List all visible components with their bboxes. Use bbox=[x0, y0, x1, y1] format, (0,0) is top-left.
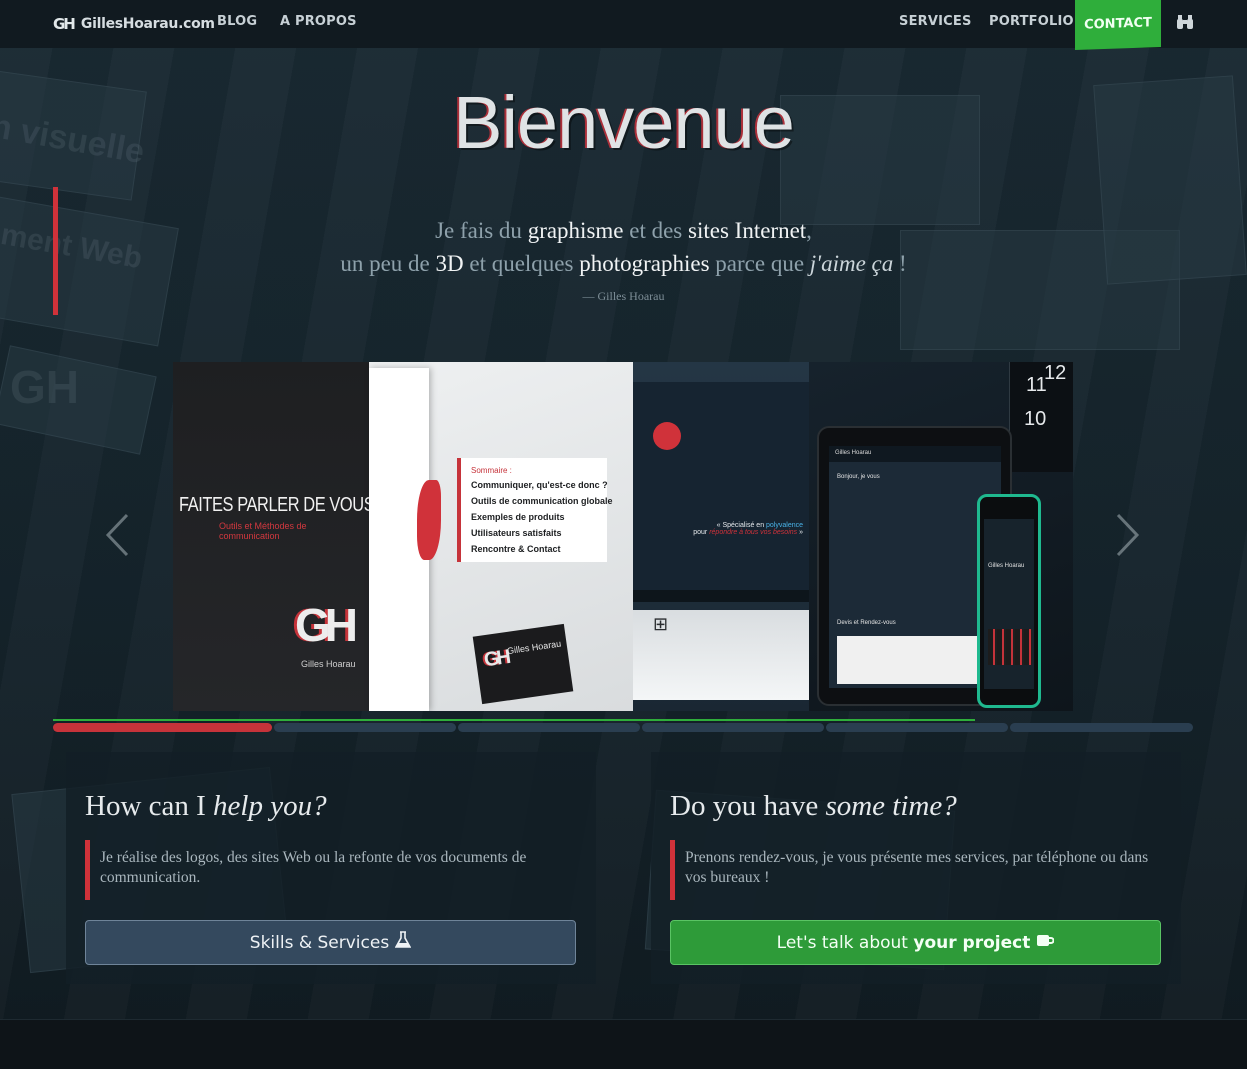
carousel-next-arrow[interactable] bbox=[1116, 513, 1140, 557]
card-logo: GH bbox=[482, 646, 510, 672]
coffee-icon bbox=[1036, 932, 1055, 953]
quote-author: — Gilles Hoarau bbox=[582, 289, 665, 303]
clock-number: 12 bbox=[1044, 362, 1067, 384]
tagline-text: parce que bbox=[709, 251, 810, 276]
slogan-emphasis: répondre à tous vos besoins bbox=[709, 529, 798, 536]
quote-accent-bar bbox=[670, 840, 675, 900]
tagline-text: et quelques bbox=[463, 251, 580, 276]
title-emphasis: help you? bbox=[213, 790, 327, 822]
binoculars-icon[interactable] bbox=[1176, 14, 1194, 30]
footer bbox=[0, 1019, 1247, 1069]
flask-icon bbox=[394, 931, 412, 954]
tablet-greeting: Bonjour, je vous bbox=[837, 474, 880, 480]
carousel-indicator-6[interactable] bbox=[1010, 723, 1193, 732]
site-logo[interactable]: GH GillesHoarau.com bbox=[53, 13, 215, 35]
contact-button[interactable]: CONTACT bbox=[1075, 0, 1161, 50]
windows-logo-icon: ⊞ bbox=[653, 614, 669, 634]
slogan-text: « Spécialisé en bbox=[716, 522, 767, 529]
hero-title: Bienvenue bbox=[453, 81, 795, 164]
business-card: GH Gilles Hoarau bbox=[472, 623, 574, 705]
summary-title: Sommaire : bbox=[471, 466, 512, 475]
red-graphic bbox=[417, 480, 441, 560]
logo-text: GillesHoarau.com bbox=[80, 16, 215, 32]
title-text: Do you have bbox=[670, 790, 826, 822]
carousel-indicator-5[interactable] bbox=[826, 723, 1008, 732]
help-panel: How can I help you? Je réalise des logos… bbox=[66, 752, 596, 984]
slogan-text: pour bbox=[693, 529, 710, 536]
tagline-highlight: photographies bbox=[579, 251, 710, 276]
tagline-text: et des bbox=[623, 218, 689, 243]
clock-number: 10 bbox=[1024, 408, 1047, 430]
time-title: Do you have some time? bbox=[670, 790, 957, 823]
monitor-screen: « Spécialisé en polyvalence pour répondr… bbox=[633, 382, 809, 602]
clock-graphic: 12 11 10 bbox=[1009, 362, 1073, 472]
summary-item: Communiquer, qu'est-ce donc ? bbox=[471, 480, 608, 490]
time-description: Prenons rendez-vous, je vous présente me… bbox=[685, 849, 1149, 886]
portfolio-carousel[interactable]: FAITES PARLER DE VOUS ! Outils et Méthod… bbox=[173, 362, 1073, 711]
phone-title: Gilles Hoarau bbox=[988, 563, 1025, 569]
carousel-progress bbox=[53, 719, 975, 721]
tagline-highlight: graphisme bbox=[527, 218, 624, 243]
button-label: Skills & Services bbox=[249, 932, 390, 953]
avatar bbox=[653, 422, 681, 450]
slide-responsive-devices: 12 11 10 Gilles Hoarau Bonjour, je vous … bbox=[809, 362, 1073, 711]
tagline-text: Je fais du bbox=[435, 218, 528, 243]
talk-project-button[interactable]: Let's talk about your project bbox=[670, 920, 1161, 965]
title-text: How can I bbox=[85, 790, 214, 822]
top-navbar: GH GillesHoarau.com BLOG A PROPOS SERVIC… bbox=[0, 0, 1247, 50]
tagline-text: ! bbox=[893, 251, 907, 276]
tagline-text: un peu de bbox=[340, 251, 436, 276]
title-emphasis: some time? bbox=[825, 790, 957, 822]
nav-services[interactable]: SERVICES bbox=[899, 14, 972, 29]
slide-brochure-pages: Sommaire : Communiquer, qu'est-ce donc ?… bbox=[369, 362, 633, 711]
phone-screen: Gilles Hoarau bbox=[984, 519, 1034, 689]
summary-item: Outils de communication globale bbox=[471, 496, 613, 506]
slide-brochure-cover: FAITES PARLER DE VOUS ! Outils et Méthod… bbox=[173, 362, 383, 711]
nav-a-propos[interactable]: A PROPOS bbox=[280, 14, 357, 29]
tagline-highlight: 3D bbox=[435, 251, 464, 276]
help-description: Je réalise des logos, des sites Web ou l… bbox=[100, 849, 527, 886]
carousel-indicator-1[interactable] bbox=[53, 723, 272, 732]
tagline-emphasis: j'aime ça bbox=[809, 251, 894, 276]
gh-logo: GH bbox=[295, 599, 358, 651]
slide-subheading: Outils et Méthodes de communication bbox=[219, 521, 307, 541]
time-panel: Do you have some time? Prenons rendez-vo… bbox=[651, 752, 1181, 984]
summary-item: Exemples de produits bbox=[471, 512, 565, 522]
carousel-indicators bbox=[53, 723, 1193, 732]
skills-services-button[interactable]: Skills & Services bbox=[85, 920, 576, 965]
hero-tagline: Je fais du graphisme et des sites Intern… bbox=[0, 214, 1247, 280]
carousel-indicator-4[interactable] bbox=[642, 723, 824, 732]
button-label: Let's talk about your project bbox=[777, 933, 1031, 953]
slide-desktop-site: « Spécialisé en polyvalence pour répondr… bbox=[633, 362, 809, 711]
slogan-highlight: polyvalence bbox=[766, 522, 803, 529]
card-name: Gilles Hoarau bbox=[506, 638, 562, 657]
taskbar bbox=[633, 590, 809, 602]
site-slogan: « Spécialisé en polyvalence pour répondr… bbox=[685, 522, 803, 536]
carousel-indicator-2[interactable] bbox=[274, 723, 456, 732]
phone-mockup: Gilles Hoarau bbox=[977, 494, 1041, 708]
tablet-site-title: Gilles Hoarau bbox=[829, 446, 1001, 462]
bottles-image bbox=[988, 629, 1032, 665]
tagline-highlight: sites Internet bbox=[688, 218, 807, 243]
slide-heading: FAITES PARLER DE VOUS ! bbox=[179, 494, 383, 516]
clock-number: 11 bbox=[1026, 374, 1047, 396]
button-label-bold: your project bbox=[913, 932, 1031, 953]
button-label-text: Let's talk about bbox=[776, 932, 914, 953]
logo-mark: GH bbox=[53, 15, 76, 33]
summary-card: Sommaire : Communiquer, qu'est-ce donc ?… bbox=[457, 458, 613, 562]
tablet-form bbox=[837, 636, 977, 684]
help-title: How can I help you? bbox=[85, 790, 327, 823]
slogan-text: » bbox=[797, 529, 803, 536]
tablet-screen: Gilles Hoarau Bonjour, je vous Devis et … bbox=[829, 446, 1001, 688]
nav-blog[interactable]: BLOG bbox=[217, 14, 257, 29]
nav-portfolio[interactable]: PORTFOLIO bbox=[989, 14, 1074, 29]
tagline-text: , bbox=[806, 218, 812, 243]
carousel-prev-arrow[interactable] bbox=[105, 513, 129, 557]
quote-accent-bar bbox=[85, 840, 90, 900]
summary-item: Utilisateurs satisfaits bbox=[471, 528, 562, 538]
logo-name: Gilles Hoarau bbox=[301, 659, 356, 669]
summary-item: Rencontre & Contact bbox=[471, 544, 561, 554]
contact-label: CONTACT bbox=[1084, 14, 1152, 33]
carousel-indicator-3[interactable] bbox=[458, 723, 640, 732]
